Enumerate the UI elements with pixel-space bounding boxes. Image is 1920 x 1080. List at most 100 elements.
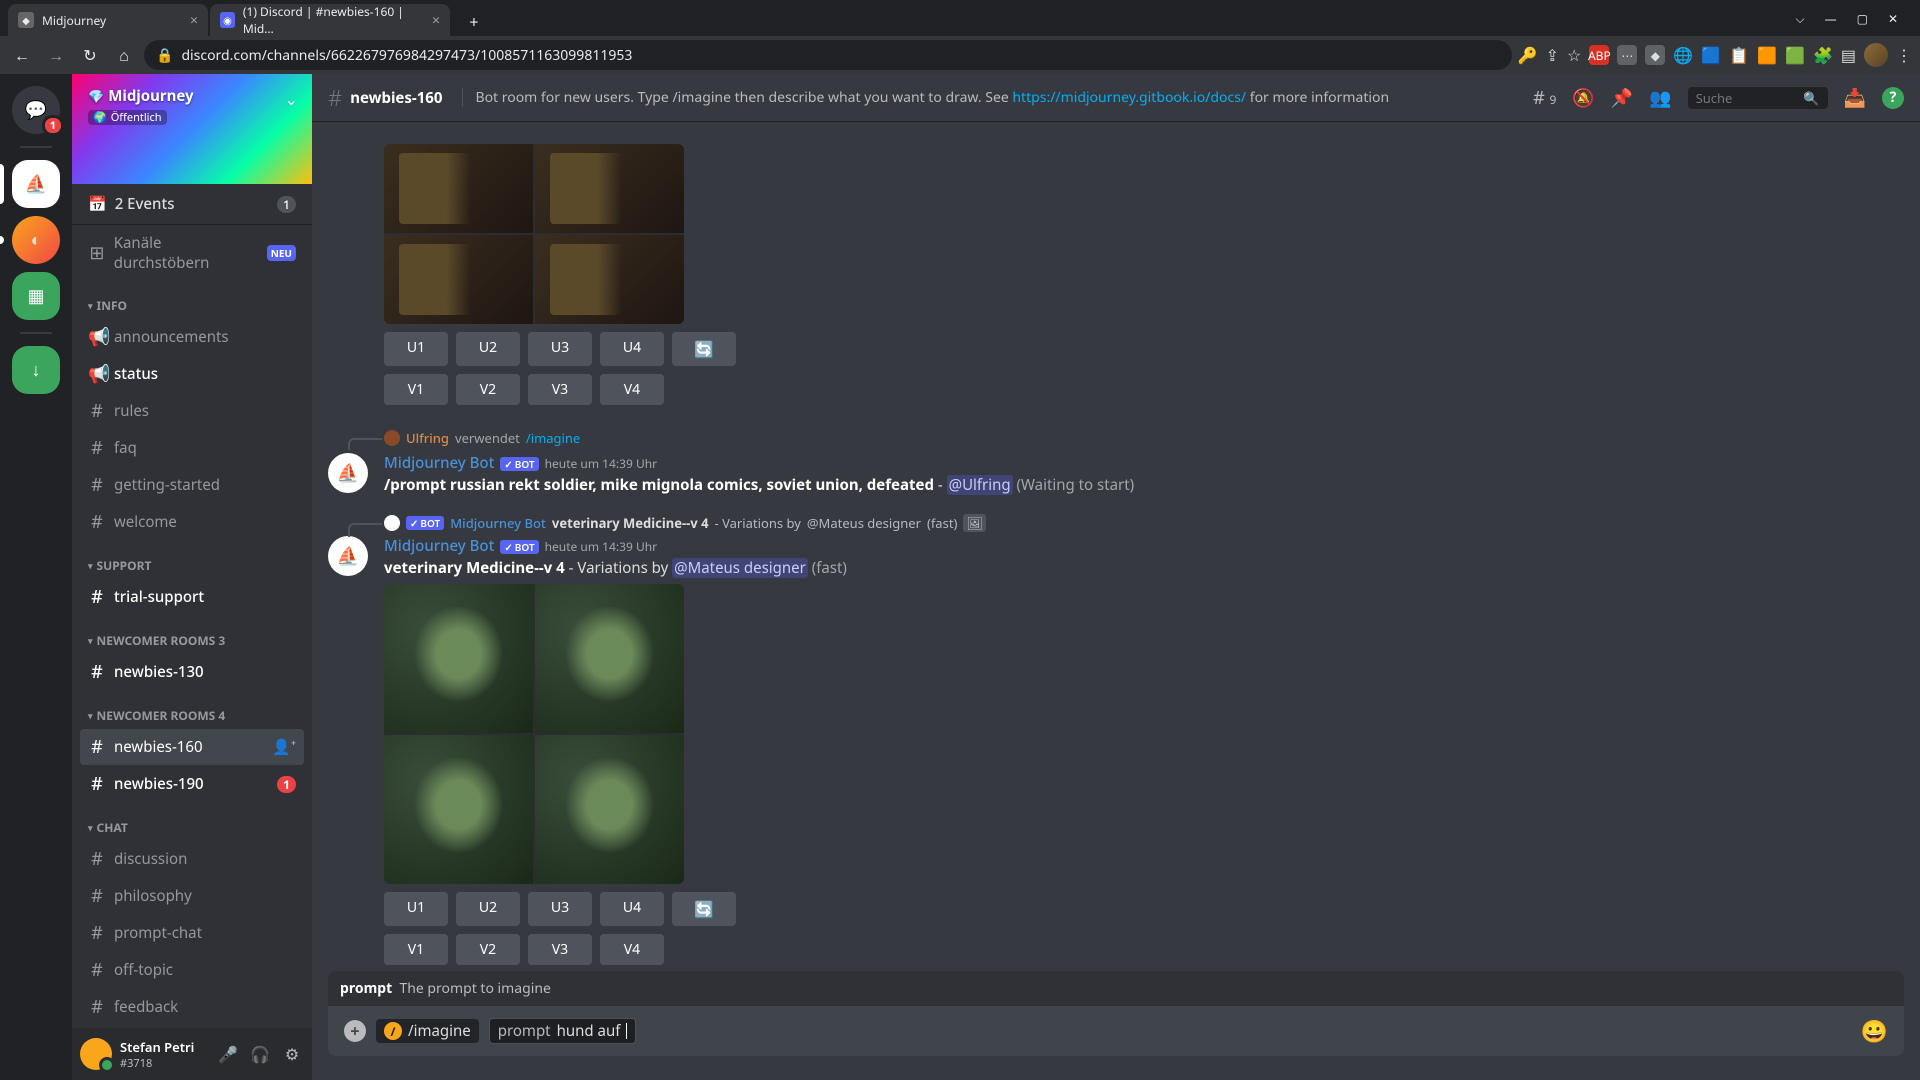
discord-home-button[interactable]: 💬1 [12,86,60,134]
extension-icon[interactable]: ◆ [1645,45,1665,65]
notifications-button[interactable]: 🔕 [1572,86,1594,110]
autocomplete-popup[interactable]: prompt The prompt to imagine [328,971,1904,1006]
variation-button-v4[interactable]: V4 [600,934,664,965]
extension-icon[interactable]: ⋯ [1617,45,1637,65]
channel-welcome[interactable]: #welcome [80,504,304,540]
extension-icon[interactable]: 🟩 [1785,44,1805,66]
user-mention[interactable]: @Mateus designer [807,514,921,532]
generated-image[interactable] [384,144,533,233]
attach-button[interactable]: + [344,1020,366,1042]
upscale-button-u3[interactable]: U3 [528,892,592,926]
search-input[interactable]: Suche 🔍 [1688,87,1828,109]
variation-button-v2[interactable]: V2 [456,934,520,965]
extension-icon[interactable]: 🌐 [1673,44,1693,66]
generated-image-grid[interactable] [384,584,684,884]
message-author[interactable]: Midjourney Bot [384,453,494,473]
browser-tab[interactable]: ◆ Midjourney × [8,4,208,36]
settings-button[interactable]: ⚙ [280,1042,304,1066]
channel-trial-support[interactable]: #trial-support [80,579,304,615]
generated-image[interactable] [535,144,684,233]
channel-rules[interactable]: #rules [80,393,304,429]
upscale-button-u2[interactable]: U2 [456,892,520,926]
variation-button-v3[interactable]: V3 [528,934,592,965]
server-icon[interactable]: ▦ [12,272,60,320]
pinned-button[interactable]: 📌 [1611,86,1633,110]
extension-icon[interactable]: 📋 [1729,44,1749,66]
message-author[interactable]: Midjourney Bot [384,536,494,556]
generated-image[interactable] [384,584,533,733]
command-parameter[interactable]: prompt hund auf [489,1018,637,1044]
variation-button-v3[interactable]: V3 [528,374,592,405]
channel-announcements[interactable]: 📢announcements [80,319,304,355]
generated-image[interactable] [384,735,533,884]
side-panel-icon[interactable]: ▤ [1841,44,1856,66]
channel-faq[interactable]: #faq [80,430,304,466]
section-support[interactable]: SUPPORT [80,541,304,578]
upscale-button-u3[interactable]: U3 [528,332,592,366]
variation-button-v1[interactable]: V1 [384,934,448,965]
reroll-button[interactable]: 🔄 [672,332,736,366]
members-button[interactable]: 👥 [1649,86,1671,110]
help-button[interactable]: ? [1882,87,1904,109]
events-button[interactable]: 📅 2 Events 1 [72,184,312,225]
adblock-icon[interactable]: ABP [1589,45,1609,65]
interaction-command[interactable]: /imagine [526,429,580,447]
minimize-button[interactable]: — [1825,10,1837,27]
generated-image[interactable] [535,735,684,884]
threads-button[interactable]: # 9 [1533,86,1556,110]
channel-philosophy[interactable]: #philosophy [80,878,304,914]
extension-icon[interactable]: 🟦 [1701,44,1721,66]
deafen-button[interactable]: 🎧 [248,1042,272,1066]
channel-feedback[interactable]: #feedback [80,989,304,1025]
variation-button-v1[interactable]: V1 [384,374,448,405]
share-icon[interactable]: ⇪ [1546,44,1559,66]
extensions-menu-icon[interactable]: 🧩 [1813,44,1833,66]
generated-image[interactable] [384,235,533,324]
mute-button[interactable]: 🎤 [216,1042,240,1066]
upscale-button-u2[interactable]: U2 [456,332,520,366]
channel-prompt-chat[interactable]: #prompt-chat [80,915,304,951]
server-icon-midjourney[interactable]: ⛵ [12,160,60,208]
chrome-menu-icon[interactable]: ⋮ [1896,44,1912,66]
maximize-button[interactable]: ▢ [1857,10,1868,27]
upscale-button-u4[interactable]: U4 [600,332,664,366]
user-mention[interactable]: @Mateus designer [672,558,808,578]
emoji-picker-button[interactable]: 😀 [1861,1016,1888,1046]
user-mention[interactable]: @Ulfring [947,475,1013,495]
section-chat[interactable]: CHAT [80,803,304,840]
variation-button-v2[interactable]: V2 [456,374,520,405]
home-button[interactable]: ⌂ [110,41,138,69]
section-newcomer-3[interactable]: NEWCOMER ROOMS 3 [80,616,304,653]
channel-newbies-130[interactable]: #newbies-130 [80,654,304,690]
bot-avatar[interactable]: ⛵ [328,536,368,576]
variation-button-v4[interactable]: V4 [600,374,664,405]
server-icon[interactable]: ◐ [12,216,60,264]
upscale-button-u1[interactable]: U1 [384,332,448,366]
user-info[interactable]: Stefan Petri #3718 [120,1038,208,1071]
profile-avatar[interactable] [1864,43,1888,67]
extension-icon[interactable]: 🟧 [1757,44,1777,66]
download-apps-button[interactable]: ↓ [12,346,60,394]
generated-image[interactable] [535,584,684,733]
close-icon[interactable]: × [190,11,198,30]
section-info[interactable]: INFO [80,281,304,318]
window-close-button[interactable]: ✕ [1888,10,1898,27]
server-header[interactable]: 💎Midjourney 🌍Öffentlich ⌄ [72,74,312,184]
password-icon[interactable]: 🔑 [1518,44,1538,66]
bot-avatar[interactable]: ⛵ [328,453,368,493]
reroll-button[interactable]: 🔄 [672,892,736,926]
channel-discussion[interactable]: #discussion [80,841,304,877]
upscale-button-u1[interactable]: U1 [384,892,448,926]
tab-dropdown-icon[interactable]: ⌵ [1795,10,1804,27]
interaction-user[interactable]: Ulfring [406,429,449,447]
generated-image[interactable] [535,235,684,324]
address-bar[interactable]: 🔒 discord.com/channels/66226797698429747… [144,40,1512,70]
section-newcomer-4[interactable]: NEWCOMER ROOMS 4 [80,691,304,728]
channel-newbies-160[interactable]: #newbies-160👤⁺ [80,729,304,765]
browser-tab[interactable]: ◉ (1) Discord | #newbies-160 | Mid… × [210,4,450,36]
reply-context[interactable]: ✓ BOT Midjourney Bot veterinary Medicine… [384,514,1904,532]
new-tab-button[interactable]: + [460,8,488,36]
channel-newbies-190[interactable]: #newbies-1901 [80,766,304,802]
bookmark-icon[interactable]: ☆ [1567,44,1581,66]
back-button[interactable]: ← [8,41,36,69]
